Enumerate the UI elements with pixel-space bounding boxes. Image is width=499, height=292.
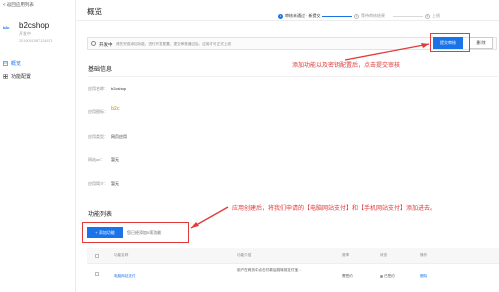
divider (88, 76, 498, 77)
row-checkbox[interactable] (95, 272, 99, 276)
function-fee: 需签约 (342, 274, 353, 278)
function-list-title: 功能列表 (88, 212, 113, 218)
app-icon-image: b2c (111, 106, 135, 116)
select-all-checkbox[interactable] (95, 254, 99, 258)
column-header-fee: 费率 (342, 253, 350, 257)
column-header-name: 功能名称 (114, 253, 129, 257)
function-status: 已签约 (380, 274, 395, 279)
column-header-action: 操作 (420, 253, 428, 257)
info-value-app-intro: 暂无 (111, 181, 119, 186)
delete-function-link[interactable]: 删除 (420, 274, 427, 279)
info-label-website-url: 网站url： (88, 157, 105, 162)
column-header-status: 状态 (380, 253, 388, 257)
info-value-app-name: b2cshop (111, 86, 127, 91)
table-row: 电脑网站支付 用户在网页中点击付款后跳转到支付宝… 需签约 已签约 删除 (87, 264, 499, 292)
arrow-head-bottom (191, 222, 199, 228)
annotation-submit: 添加功能以及密钥配置后，点击提交审核 (292, 63, 401, 69)
info-label-app-icon: 应用图标： (88, 109, 108, 114)
table-header: 功能名称 功能介绍 费率 状态 操作 (87, 248, 499, 264)
info-value-website-url: 暂无 (111, 157, 119, 162)
function-status-text: 已签约 (384, 274, 395, 278)
arrow-line-top (344, 43, 430, 61)
status-dot-icon (380, 274, 383, 278)
basic-info-title: 基础信息 (88, 67, 113, 73)
info-value-app-type: 网页应用 (111, 134, 127, 139)
info-label-app-type: 应用类型： (88, 134, 108, 139)
highlight-box-add (82, 222, 189, 243)
function-name-link[interactable]: 电脑网站支付 (114, 274, 136, 279)
app-icon-text: b2c (111, 106, 120, 112)
annotation-add-function: 应用创建后，将我们申请的【电脑网站支付】和【手机网站支付】添加进去。 (232, 206, 437, 212)
info-label-app-name: 应用名称： (88, 86, 108, 91)
function-description: 用户在网页中点击付款后跳转到支付宝… (237, 268, 302, 272)
info-label-app-intro: 应用简介： (88, 181, 108, 186)
column-header-description: 功能介绍 (237, 253, 252, 257)
